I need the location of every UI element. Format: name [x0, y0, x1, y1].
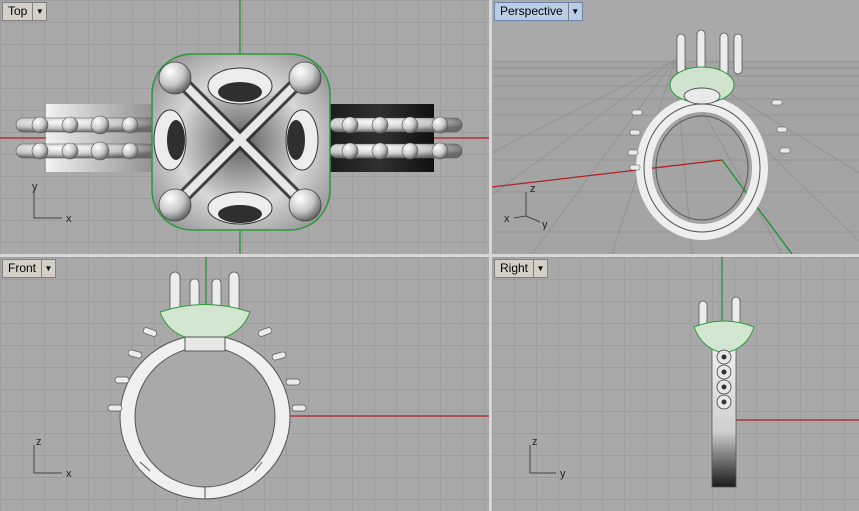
viewport-title: Right [500, 261, 529, 275]
viewport-title: Front [8, 261, 37, 275]
viewport-splitter-horizontal[interactable] [0, 254, 859, 257]
viewport-right[interactable]: Right ▼ z y [492, 257, 859, 511]
axis-indicator: y x [32, 181, 72, 225]
chevron-down-icon[interactable]: ▼ [32, 3, 46, 20]
viewport-title: Perspective [500, 4, 563, 18]
viewport-front[interactable]: Front ▼ z x [0, 257, 489, 511]
chevron-down-icon[interactable]: ▼ [41, 260, 55, 277]
viewport-title: Top [8, 4, 28, 18]
viewport-label-front[interactable]: Front ▼ [2, 259, 57, 278]
viewport-perspective[interactable]: Perspective ▼ z x y [492, 0, 859, 254]
axis-label-v: z [530, 183, 536, 195]
viewport-label-right[interactable]: Right ▼ [494, 259, 549, 278]
viewport-top[interactable]: Top ▼ y x [0, 0, 489, 254]
axis-label-v: z [532, 436, 538, 448]
axis-label-h: y [542, 219, 548, 230]
axis-label-v: y [32, 181, 38, 193]
axis-label-h: x [66, 468, 72, 480]
axis-label-v: z [36, 436, 42, 448]
axis-indicator: z x y [504, 183, 548, 230]
viewport-label-top[interactable]: Top ▼ [2, 2, 48, 21]
axis-label-x: x [504, 213, 510, 225]
viewport-label-perspective[interactable]: Perspective ▼ [494, 2, 583, 21]
chevron-down-icon[interactable]: ▼ [567, 3, 582, 20]
axis-label-h: y [560, 468, 566, 480]
axis-label-h: x [66, 213, 72, 225]
axis-indicator: z y [529, 436, 566, 480]
chevron-down-icon[interactable]: ▼ [533, 260, 547, 277]
axis-indicator: z x [33, 436, 72, 480]
